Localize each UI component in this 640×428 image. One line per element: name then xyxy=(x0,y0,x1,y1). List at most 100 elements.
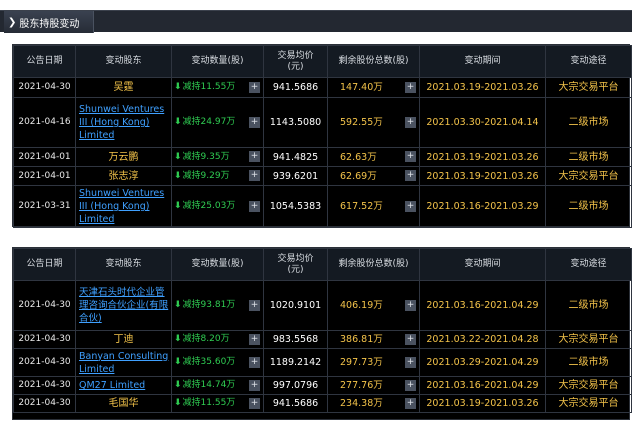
avg-price-cell: 939.6201 xyxy=(263,166,328,186)
announce-date-cell: 2021-04-01 xyxy=(13,147,76,167)
plus-icon[interactable]: + xyxy=(249,81,260,93)
remaining-cell: 62.69万 + xyxy=(327,166,420,186)
plus-icon[interactable]: + xyxy=(405,200,416,212)
holder-cell: Shunwei Ventures III (Hong Kong) Limited xyxy=(75,185,172,228)
change-qty-value: 减持9.29万 xyxy=(182,170,230,181)
period-cell: 2021.03.19-2021.03.26 xyxy=(419,77,546,98)
plus-icon[interactable]: + xyxy=(405,81,416,93)
announce-date-cell: 2021-04-16 xyxy=(13,97,76,148)
period-cell: 2021.03.19-2021.03.26 xyxy=(419,394,546,413)
announce-date-cell: 2021-03-31 xyxy=(13,185,76,228)
holder-cell: QM27 Limited xyxy=(75,376,172,395)
tab-shareholder-changes[interactable]: ❯ 股东持股变动 xyxy=(4,11,94,33)
period-cell: 2021.03.29-2021.04.29 xyxy=(419,348,546,377)
down-arrow-icon: ⬇ xyxy=(174,334,182,344)
table-row: 2021-04-30 QM27 Limited ⬇减持14.74万 +997.0796… xyxy=(13,376,632,395)
change-qty-cell: ⬇减持35.60万 + xyxy=(171,348,264,377)
holder-link[interactable]: QM27 Limited xyxy=(78,379,169,392)
period-cell: 2021.03.19-2021.03.26 xyxy=(419,166,546,186)
change-qty-cell: ⬇减持11.55万 + xyxy=(171,77,264,98)
plus-icon[interactable]: + xyxy=(249,356,260,368)
down-arrow-icon: ⬇ xyxy=(174,300,182,310)
avg-price-cell: 1020.9101 xyxy=(263,280,328,331)
change-qty-cell: ⬇减持9.35万 + xyxy=(171,147,264,167)
plus-icon[interactable]: + xyxy=(405,397,416,409)
table-row: 2021-04-30 丁迪 ⬇减持8.20万 +983.5568 386.81万 +202… xyxy=(13,330,632,349)
announce-date-cell: 2021-04-30 xyxy=(13,394,76,413)
holder-link[interactable]: Shunwei Ventures III (Hong Kong) Limited xyxy=(78,187,169,226)
plus-icon[interactable]: + xyxy=(249,170,260,181)
plus-icon[interactable]: + xyxy=(249,299,260,311)
down-arrow-icon: ⬇ xyxy=(174,82,182,92)
down-arrow-icon: ⬇ xyxy=(174,151,182,162)
col-holder-header: 变动股东 xyxy=(75,45,172,78)
change-qty-value: 减持11.55万 xyxy=(182,398,236,408)
holder-link[interactable]: 天津石头时代企业管理咨询合伙企业(有限合伙) xyxy=(78,286,169,325)
plus-icon[interactable]: + xyxy=(405,379,416,391)
holder-cell: 万云鹏 xyxy=(75,147,172,167)
col-announce-date-header: 公告日期 xyxy=(13,45,76,78)
remaining-value: 592.55万 xyxy=(340,117,383,128)
table-row: 2021-04-30 吴霆 ⬇减持11.55万 +941.5686 147.40万 +20… xyxy=(13,77,632,98)
plus-icon[interactable]: + xyxy=(405,299,416,311)
period-cell: 2021.03.16-2021.03.29 xyxy=(419,185,546,228)
holder-cell: 吴霆 xyxy=(75,77,172,98)
plus-icon[interactable]: + xyxy=(405,356,416,368)
table-row: 2021-04-30 毛国华 ⬇减持11.55万 +941.5686 234.38万 +2… xyxy=(13,394,632,413)
holder-cell: 丁迪 xyxy=(75,330,172,349)
holder-cell: 毛国华 xyxy=(75,394,172,413)
plus-icon[interactable]: + xyxy=(405,333,416,345)
down-arrow-icon: ⬇ xyxy=(174,357,182,367)
table-row: 2021-04-16 Shunwei Ventures III (Hong Kon… xyxy=(13,97,632,148)
plus-icon[interactable]: + xyxy=(405,116,416,128)
remaining-value: 277.76万 xyxy=(340,380,383,391)
plus-icon[interactable]: + xyxy=(405,151,416,162)
remaining-cell: 617.52万 + xyxy=(327,185,420,228)
plus-icon[interactable]: + xyxy=(249,397,260,409)
chevron-right-icon: ❯ xyxy=(8,16,17,28)
remaining-value: 617.52万 xyxy=(340,201,383,212)
announce-date-cell: 2021-04-30 xyxy=(13,348,76,377)
period-cell: 2021.03.16-2021.04.29 xyxy=(419,376,546,395)
remaining-value: 386.81万 xyxy=(340,334,383,345)
remaining-cell: 277.76万 + xyxy=(327,376,420,395)
plus-icon[interactable]: + xyxy=(249,379,260,391)
plus-icon[interactable]: + xyxy=(249,151,260,162)
holder-link[interactable]: Banyan Consulting Limited xyxy=(78,350,169,376)
change-qty-value: 减持35.60万 xyxy=(182,357,236,367)
method-cell: 二级市场 xyxy=(545,348,632,377)
plus-icon[interactable]: + xyxy=(249,333,260,345)
col-remaining-header: 剩余股份总数(股) xyxy=(327,248,420,281)
shareholder-table-2: 公告日期 变动股东 变动数量(股) 交易均价 (元) 剩余股份总数(股) 变动期间 变动途径 … xyxy=(12,247,632,420)
col-change-qty-header: 变动数量(股) xyxy=(171,248,264,281)
table-row: 2021-04-01 张志淳 ⬇减持9.29万 +939.6201 62.69万 +202… xyxy=(13,166,632,186)
remaining-cell: 297.73万 + xyxy=(327,348,420,377)
down-arrow-icon: ⬇ xyxy=(174,170,182,181)
announce-date-cell: 2021-04-30 xyxy=(13,280,76,331)
avg-price-cell: 1189.2142 xyxy=(263,348,328,377)
method-cell: 二级市场 xyxy=(545,97,632,148)
table-row: 2021-04-01 万云鹏 ⬇减持9.35万 +941.4825 62.63万 +202… xyxy=(13,147,632,167)
holder-cell: Shunwei Ventures III (Hong Kong) Limited xyxy=(75,97,172,148)
method-cell: 大宗交易平台 xyxy=(545,166,632,186)
plus-icon[interactable]: + xyxy=(405,170,416,181)
announce-date-cell: 2021-04-30 xyxy=(13,77,76,98)
col-period-header: 变动期间 xyxy=(419,45,546,78)
col-method-header: 变动途径 xyxy=(545,248,632,281)
plus-icon[interactable]: + xyxy=(249,116,260,128)
announce-date-cell: 2021-04-30 xyxy=(13,376,76,395)
remaining-value: 297.73万 xyxy=(340,357,383,368)
change-qty-cell: ⬇减持93.81万 + xyxy=(171,280,264,331)
change-qty-cell: ⬇减持25.03万 + xyxy=(171,185,264,228)
period-cell: 2021.03.30-2021.04.14 xyxy=(419,97,546,148)
change-qty-cell: ⬇减持14.74万 + xyxy=(171,376,264,395)
plus-icon[interactable]: + xyxy=(249,200,260,212)
method-cell: 二级市场 xyxy=(545,185,632,228)
holder-link[interactable]: Shunwei Ventures III (Hong Kong) Limited xyxy=(78,103,169,142)
col-period-header: 变动期间 xyxy=(419,248,546,281)
change-qty-value: 减持11.55万 xyxy=(182,82,236,92)
remaining-cell: 406.19万 + xyxy=(327,280,420,331)
method-cell: 大宗交易平台 xyxy=(545,330,632,349)
avg-price-cell: 941.4825 xyxy=(263,147,328,167)
change-qty-value: 减持8.20万 xyxy=(182,334,230,344)
